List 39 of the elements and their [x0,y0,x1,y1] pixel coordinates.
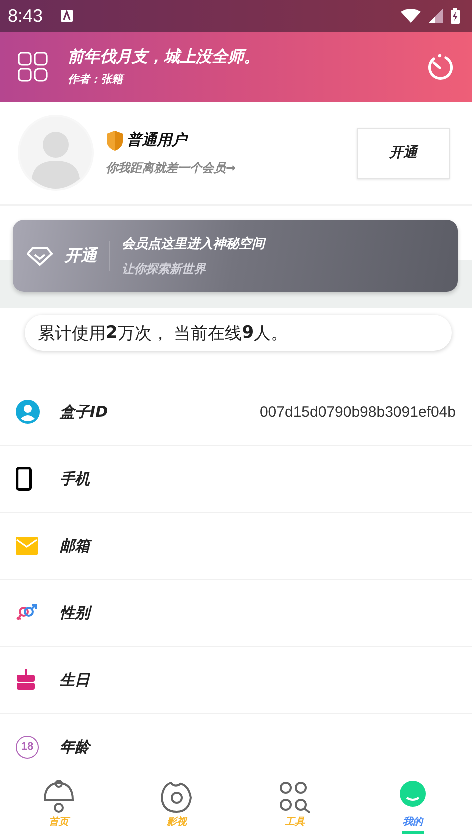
gender-icon [16,604,38,622]
user-icon [16,400,40,424]
timer-icon[interactable] [426,53,454,81]
grid-icon[interactable] [18,52,48,82]
usage-stats: 累计使用2万次， 当前在线9人。 [25,315,452,351]
egg-icon [159,780,195,814]
row-label: 性别 [60,604,456,622]
diamond-icon [27,246,53,266]
activate-button[interactable]: 开通 [357,128,450,178]
row-value: 007d15d0790b98b3091ef04b [260,404,456,420]
battery-icon [451,8,460,24]
user-level: 普通用户 [127,131,187,150]
row-label: 生日 [60,670,92,690]
shield-icon [106,130,124,152]
mail-icon [16,537,38,555]
signal-icon [429,9,443,23]
info-row[interactable]: 邮箱 [0,513,472,580]
vip-banner[interactable]: 开通 会员点这里进入神秘空间 让你探索新世界 [13,220,458,292]
cake-icon [16,669,36,691]
vip-activate-label: 开通 [65,246,97,266]
info-row[interactable]: 手机 [0,446,472,513]
row-label: 邮箱 [60,536,93,556]
row-label: 年龄 [60,738,93,756]
row-label: 盒子ID [60,402,110,422]
vip-subtitle: 让你探索新世界 [122,260,208,278]
phone-icon [16,467,32,491]
info-row[interactable]: 生日 [0,647,472,714]
apps-search-icon [277,780,313,814]
age-badge: 18 [16,736,39,758]
info-row[interactable]: 盒子ID 007d15d0790b98b3091ef04b [0,379,472,446]
clock: 8:43 [8,6,44,26]
row-label: 手机 [60,470,92,488]
vip-title: 会员点这里进入神秘空间 [122,236,265,252]
wifi-icon [401,9,421,23]
poem-author: 作者：张籍 [68,72,126,87]
poem-line: 前年伐月支，城上没全师。 [68,47,261,68]
membership-hint[interactable]: 你我距离就差一个会员→ [106,160,357,176]
info-row[interactable]: 性别 [0,580,472,647]
notification-icon [61,10,74,22]
